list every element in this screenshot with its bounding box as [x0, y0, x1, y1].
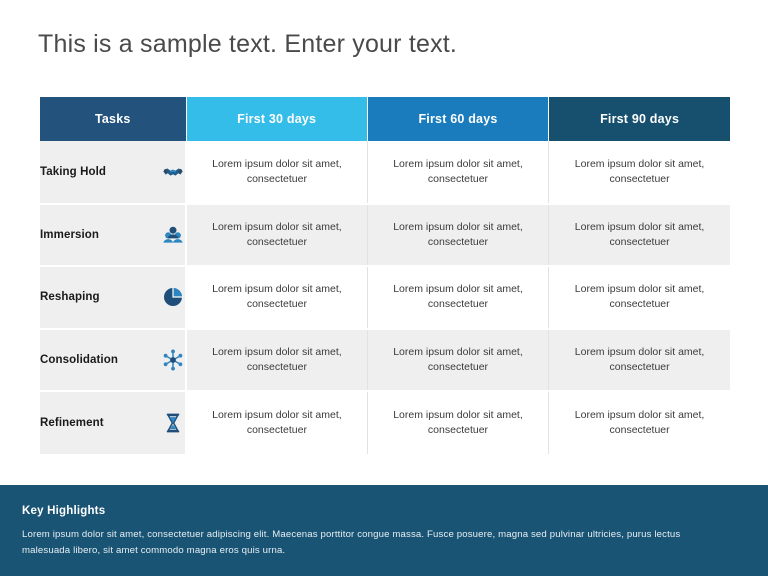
task-cell-reshaping: Reshaping	[40, 266, 187, 330]
cell-reshaping-30: Lorem ipsum dolor sit amet, consectetuer	[186, 266, 368, 330]
task-cell-refinement: Refinement	[40, 391, 187, 454]
task-label: Immersion	[40, 228, 100, 241]
table-header-row: Tasks First 30 days First 60 days First …	[40, 97, 730, 141]
cell-taking-hold-60: Lorem ipsum dolor sit amet, consectetuer	[367, 141, 550, 205]
page-title: This is a sample text. Enter your text.	[38, 30, 458, 58]
handshake-icon	[161, 160, 185, 184]
cell-immersion-30: Lorem ipsum dolor sit amet, consectetuer	[186, 203, 368, 267]
cell-refinement-60: Lorem ipsum dolor sit amet, consectetuer	[367, 391, 550, 454]
task-label: Taking Hold	[40, 165, 107, 178]
column-header-first-90-days: First 90 days	[548, 97, 730, 141]
task-label: Refinement	[40, 416, 104, 429]
cell-consolidation-90: Lorem ipsum dolor sit amet, consectetuer	[548, 328, 730, 392]
task-cell-consolidation: Consolidation	[40, 328, 187, 392]
column-header-first-30-days: First 30 days	[186, 97, 368, 141]
cell-taking-hold-30: Lorem ipsum dolor sit amet, consectetuer	[186, 141, 368, 205]
task-label: Consolidation	[40, 353, 118, 366]
cell-consolidation-30: Lorem ipsum dolor sit amet, consectetuer	[186, 328, 368, 392]
pie-chart-icon	[161, 285, 185, 309]
hourglass-icon	[161, 411, 185, 435]
slide-canvas: This is a sample text. Enter your text. …	[0, 0, 768, 576]
table-row: Taking Hold Lorem ipsum dolor sit amet, …	[40, 141, 730, 205]
table-row: Consolidation Lorem ipsum dolor sit amet…	[40, 328, 730, 392]
task-label: Reshaping	[40, 291, 100, 304]
cell-immersion-90: Lorem ipsum dolor sit amet, consectetuer	[548, 203, 730, 267]
task-cell-immersion: Immersion	[40, 203, 187, 267]
column-header-first-60-days: First 60 days	[367, 97, 550, 141]
cell-immersion-60: Lorem ipsum dolor sit amet, consectetuer	[367, 203, 550, 267]
cell-refinement-90: Lorem ipsum dolor sit amet, consectetuer	[548, 391, 730, 454]
column-header-tasks: Tasks	[40, 97, 187, 141]
cell-refinement-30: Lorem ipsum dolor sit amet, consectetuer	[186, 391, 368, 454]
cell-reshaping-60: Lorem ipsum dolor sit amet, consectetuer	[367, 266, 550, 330]
people-group-icon	[161, 223, 185, 247]
table-row: Reshaping Lorem ipsum dolor sit amet, co…	[40, 266, 730, 330]
table-row: Refinement Lorem ipsum dolor sit amet, c…	[40, 391, 730, 454]
table-row: Immersion Lorem ipsum dolor sit amet, co…	[40, 203, 730, 267]
key-highlights-body: Lorem ipsum dolor sit amet, consectetuer…	[22, 529, 681, 556]
key-highlights-title: Key Highlights	[22, 505, 106, 517]
cell-consolidation-60: Lorem ipsum dolor sit amet, consectetuer	[367, 328, 550, 392]
table-body: Taking Hold Lorem ipsum dolor sit amet, …	[40, 141, 730, 454]
onboarding-matrix-table: Tasks First 30 days First 60 days First …	[40, 97, 730, 454]
table-header: Tasks First 30 days First 60 days First …	[40, 97, 730, 141]
key-highlights-banner: Key Highlights Lorem ipsum dolor sit ame…	[0, 485, 768, 576]
cell-taking-hold-90: Lorem ipsum dolor sit amet, consectetuer	[548, 141, 730, 205]
cell-reshaping-90: Lorem ipsum dolor sit amet, consectetuer	[548, 266, 730, 330]
network-nodes-icon	[161, 348, 185, 372]
task-cell-taking-hold: Taking Hold	[40, 141, 187, 205]
